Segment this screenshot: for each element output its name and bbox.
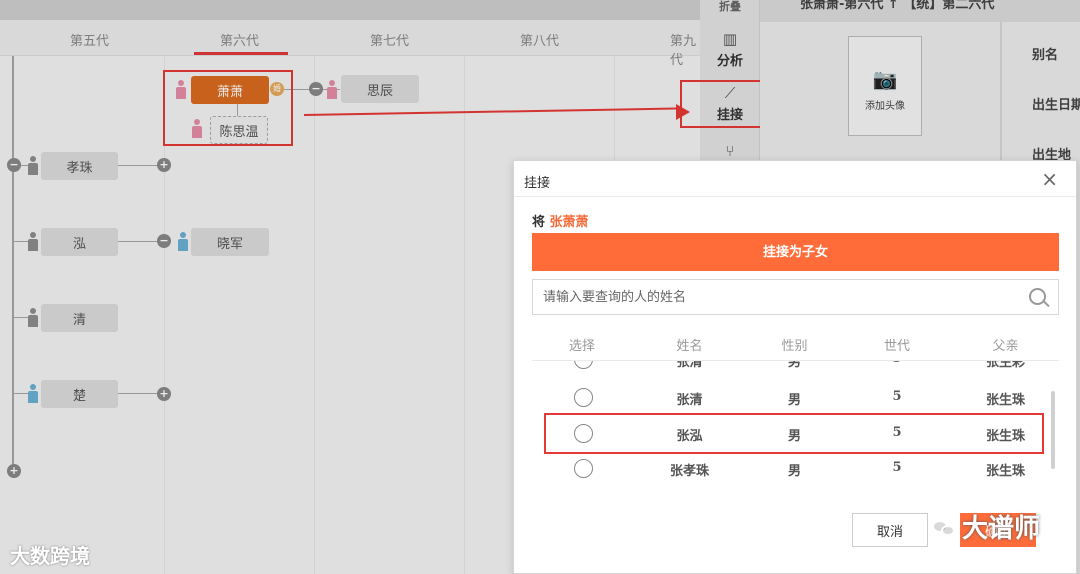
column-header-father: 父亲 xyxy=(992,339,1019,354)
cell-generation: 5 xyxy=(892,460,902,475)
row-radio[interactable] xyxy=(574,361,593,369)
close-icon[interactable]: × xyxy=(1041,167,1058,191)
attach-target-name: 张萧萧 xyxy=(549,215,589,230)
table-row[interactable]: 张清 男 5 张生珠 xyxy=(532,380,1059,416)
column-header-name: 姓名 xyxy=(676,339,703,354)
cell-name: 张清 xyxy=(676,393,703,408)
cell-gender: 男 xyxy=(787,393,801,408)
cancel-button[interactable]: 取消 xyxy=(852,513,928,547)
search-box xyxy=(532,279,1059,315)
table-row[interactable]: 张孝珠 男 5 张生珠 xyxy=(532,451,1059,479)
cell-name: 张孝珠 xyxy=(669,464,709,479)
column-header-gender: 性别 xyxy=(781,339,808,354)
column-header-select: 选择 xyxy=(568,339,595,354)
cell-name: 张清 xyxy=(676,361,703,370)
cell-generation: 5 xyxy=(892,389,902,404)
search-icon[interactable] xyxy=(1029,288,1046,305)
watermark-left-text: 大数跨境 xyxy=(10,544,90,568)
dialog-title: 挂接 xyxy=(524,176,551,191)
annotation-box-selected-row xyxy=(544,413,1044,454)
search-input[interactable] xyxy=(533,280,1013,314)
cell-father: 张生珠 xyxy=(985,464,1025,479)
table-header: 选择 姓名 性别 世代 父亲 xyxy=(532,329,1059,361)
attach-target-line: 将 张萧萧 xyxy=(532,211,589,230)
table-row[interactable]: 张清 男 5 张生彩 xyxy=(532,361,1059,378)
row-radio[interactable] xyxy=(574,459,593,478)
table-scrollbar[interactable] xyxy=(1051,391,1055,469)
column-header-generation: 世代 xyxy=(883,339,910,354)
cell-generation: 5 xyxy=(842,361,952,366)
cell-father: 张生珠 xyxy=(985,393,1025,408)
wechat-icon xyxy=(932,518,958,538)
attach-target-prefix: 将 xyxy=(532,215,546,230)
cell-gender: 男 xyxy=(787,361,801,370)
attach-as-child-button[interactable]: 挂接为子女 xyxy=(532,233,1059,271)
cell-father: 张生彩 xyxy=(985,361,1025,370)
row-radio[interactable] xyxy=(574,388,593,407)
dialog-header: 挂接 × xyxy=(514,161,1076,197)
watermark-right: 大谱师 xyxy=(962,514,1041,544)
cell-gender: 男 xyxy=(787,464,801,479)
watermark-left: 大数跨境 xyxy=(10,540,90,569)
